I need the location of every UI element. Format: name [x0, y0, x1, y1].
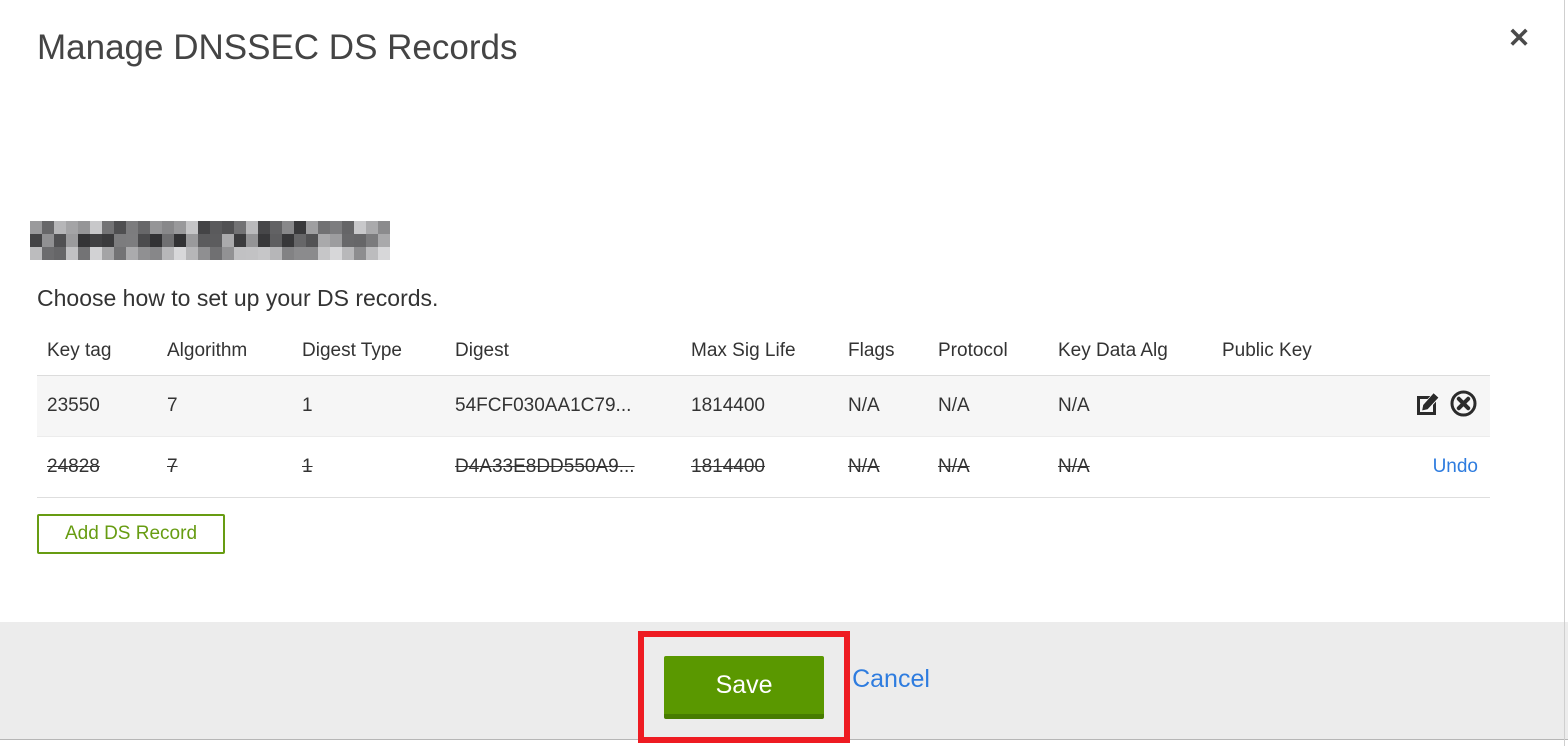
- cell-max-sig-life: 1814400: [681, 436, 838, 498]
- col-header-protocol: Protocol: [928, 326, 1048, 376]
- cell-protocol: N/A: [928, 436, 1048, 498]
- table-row-deleted: 24828 7 1 D4A33E8DD550A9... 1814400 N/A …: [37, 436, 1490, 498]
- cell-flags: N/A: [838, 436, 928, 498]
- cell-key-data-alg: N/A: [1048, 436, 1212, 498]
- modal-right-border: [1564, 0, 1565, 746]
- cell-key-tag: 24828: [37, 436, 157, 498]
- col-header-flags: Flags: [838, 326, 928, 376]
- delete-record-icon[interactable]: [1449, 389, 1478, 424]
- col-header-public-key: Public Key: [1212, 326, 1362, 376]
- cell-max-sig-life: 1814400: [681, 375, 838, 437]
- col-header-key-data-alg: Key Data Alg: [1048, 326, 1212, 376]
- col-header-key-tag: Key tag: [37, 326, 157, 376]
- close-icon[interactable]: ✕: [1501, 20, 1537, 56]
- table-row: 23550 7 1 54FCF030AA1C79... 1814400 N/A …: [37, 375, 1490, 437]
- cell-digest-type: 1: [292, 436, 445, 498]
- cell-digest-type: 1: [292, 375, 445, 437]
- add-ds-record-button[interactable]: Add DS Record: [37, 514, 226, 554]
- modal-footer: Save Cancel: [0, 622, 1568, 743]
- undo-link[interactable]: Undo: [1433, 456, 1478, 477]
- cell-public-key: [1212, 436, 1362, 498]
- cancel-link[interactable]: Cancel: [852, 665, 930, 694]
- cell-digest: 54FCF030AA1C79...: [445, 375, 681, 437]
- annotation-highlight-box: Save: [638, 631, 851, 743]
- page-title: Manage DNSSEC DS Records: [37, 28, 518, 67]
- cell-digest: D4A33E8DD550A9...: [445, 436, 681, 498]
- cell-algorithm: 7: [157, 375, 292, 437]
- setup-instruction-text: Choose how to set up your DS records.: [37, 285, 439, 311]
- edit-record-icon[interactable]: [1415, 390, 1442, 423]
- col-header-max-sig-life: Max Sig Life: [681, 326, 838, 376]
- redacted-domain-name: [30, 221, 390, 260]
- table-header-row: Key tag Algorithm Digest Type Digest Max…: [37, 326, 1490, 376]
- manage-dnssec-modal: Manage DNSSEC DS Records ✕ Choose how to…: [0, 0, 1568, 746]
- col-header-digest-type: Digest Type: [292, 326, 445, 376]
- cell-algorithm: 7: [157, 436, 292, 498]
- save-button[interactable]: Save: [664, 656, 825, 719]
- cell-key-tag: 23550: [37, 375, 157, 437]
- row-actions: Undo: [1362, 436, 1490, 498]
- ds-records-table: Key tag Algorithm Digest Type Digest Max…: [37, 326, 1490, 498]
- cell-public-key: [1212, 375, 1362, 437]
- cell-key-data-alg: N/A: [1048, 375, 1212, 437]
- col-header-actions: [1362, 326, 1490, 376]
- cell-flags: N/A: [838, 375, 928, 437]
- cell-protocol: N/A: [928, 375, 1048, 437]
- row-actions: [1362, 375, 1490, 437]
- col-header-algorithm: Algorithm: [157, 326, 292, 376]
- col-header-digest: Digest: [445, 326, 681, 376]
